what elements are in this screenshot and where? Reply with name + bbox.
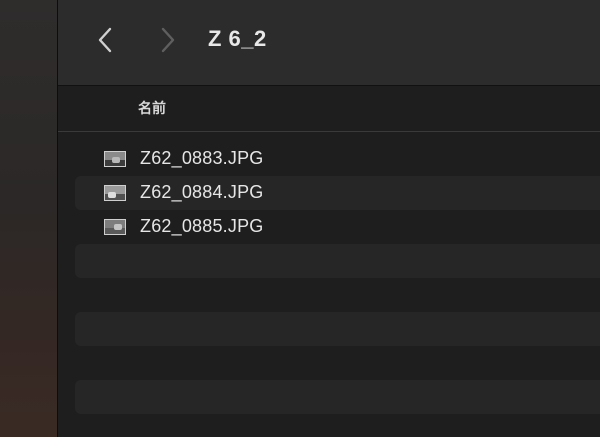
sidebar xyxy=(0,0,58,437)
file-list: Z62_0883.JPG Z62_0884.JPG Z62_0885.JPG xyxy=(58,142,600,437)
image-thumbnail-icon xyxy=(104,219,126,235)
image-thumbnail-icon xyxy=(104,185,126,201)
file-row[interactable]: Z62_0883.JPG xyxy=(75,142,600,176)
chevron-right-icon xyxy=(161,27,175,53)
empty-row xyxy=(75,244,600,278)
forward-button[interactable] xyxy=(153,25,183,55)
file-row[interactable]: Z62_0885.JPG xyxy=(75,210,600,244)
folder-title: Z 6_2 xyxy=(208,26,267,51)
chevron-left-icon xyxy=(98,27,112,53)
column-header-name[interactable]: 名前 xyxy=(138,98,166,118)
back-button[interactable] xyxy=(90,25,120,55)
finder-window: Z 6_2 名前 Z62_0883.JPG Z62_0884.JPG Z62_0… xyxy=(0,0,600,437)
file-name: Z62_0884.JPG xyxy=(140,182,264,202)
column-header-row: 名前 xyxy=(58,86,600,132)
file-name: Z62_0883.JPG xyxy=(140,148,264,168)
image-thumbnail-icon xyxy=(104,151,126,167)
empty-row xyxy=(75,312,600,346)
toolbar: Z 6_2 xyxy=(58,0,600,86)
empty-row xyxy=(75,380,600,414)
file-name: Z62_0885.JPG xyxy=(140,216,264,236)
file-row[interactable]: Z62_0884.JPG xyxy=(75,176,600,210)
